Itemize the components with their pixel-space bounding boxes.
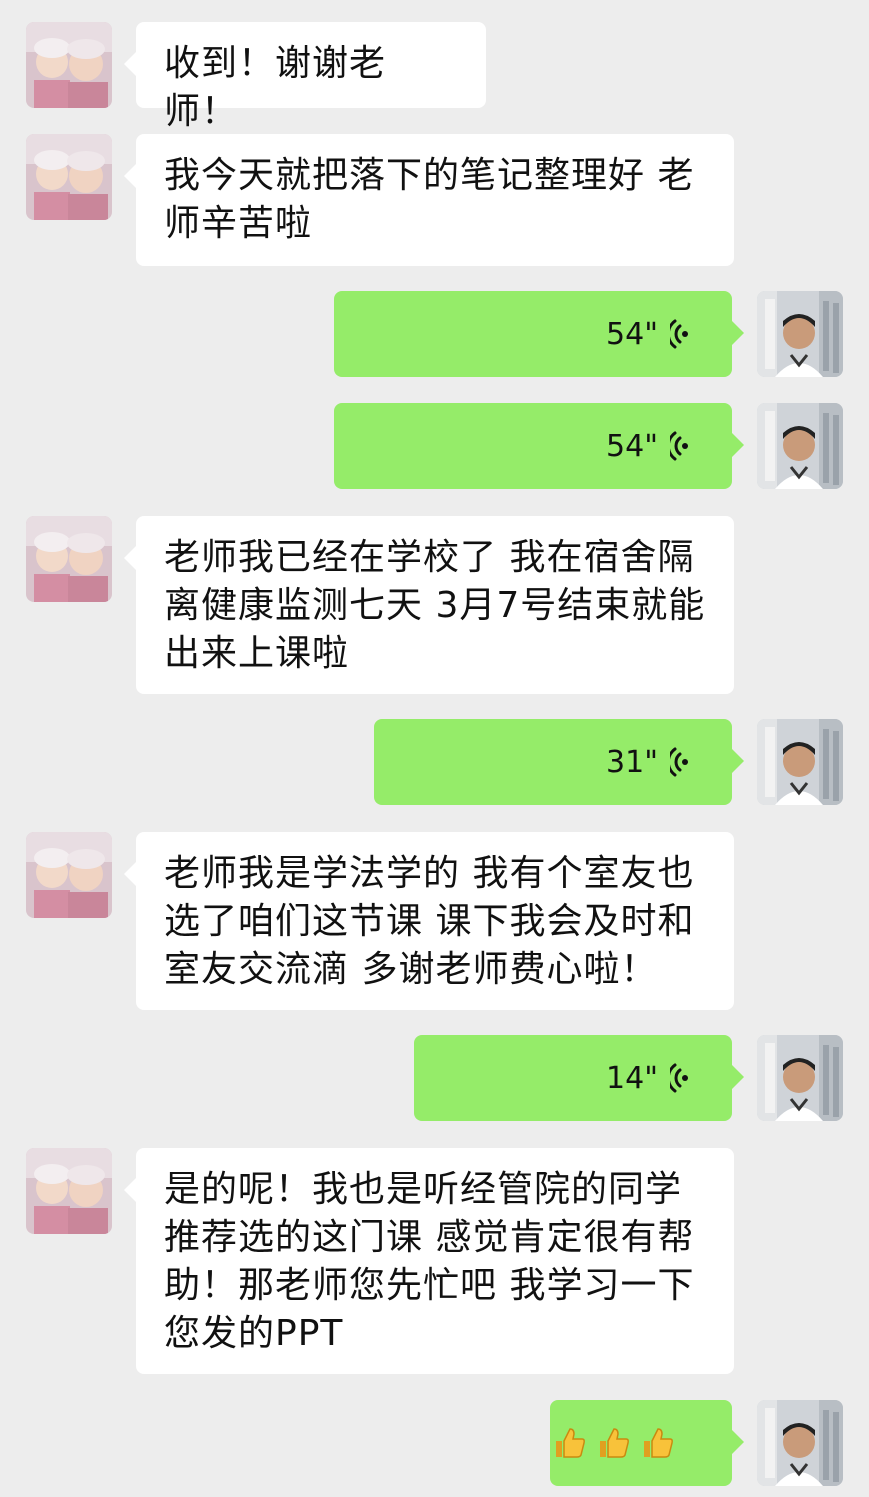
outgoing-voice-message[interactable]: 54" [334,403,744,489]
contact-avatar[interactable] [26,134,112,220]
outgoing-voice-message[interactable]: 14" [414,1035,744,1121]
user-avatar-image [757,1035,843,1121]
contact-avatar[interactable] [26,516,112,602]
incoming-message-bubble[interactable]: 收到！谢谢老师！ [124,22,486,132]
user-avatar[interactable] [757,291,843,377]
user-avatar-image [757,719,843,805]
voice-wave-icon [670,319,692,349]
user-avatar-image [757,1400,843,1486]
outgoing-voice-message[interactable]: 54" [334,291,744,377]
contact-avatar-image [26,134,112,220]
contact-avatar[interactable] [26,832,112,918]
contact-avatar[interactable] [26,1148,112,1234]
emoji-row [552,1425,704,1461]
message-text: 是的呢！我也是听经管院的同学推荐选的这门课 感觉肯定很有帮助！那老师您先忙吧 我… [164,1169,695,1354]
voice-duration: 54" [606,428,658,464]
voice-wave-icon [670,747,692,777]
thumbs-up-icon [596,1425,632,1461]
thumbs-up-icon [552,1425,588,1461]
message-text: 老师我已经在学校了 我在宿舍隔离健康监测七天 3月7号结束就能出来上课啦 [164,537,706,674]
user-avatar[interactable] [757,1400,843,1486]
incoming-message-bubble[interactable]: 老师我是学法学的 我有个室友也选了咱们这节课 课下我会及时和室友交流滴 多谢老师… [124,832,734,1010]
user-avatar[interactable] [757,1035,843,1121]
message-text: 我今天就把落下的笔记整理好 老师辛苦啦 [164,155,695,244]
thumbs-up-icon [640,1425,676,1461]
incoming-message-bubble[interactable]: 老师我已经在学校了 我在宿舍隔离健康监测七天 3月7号结束就能出来上课啦 [124,516,734,694]
chat-window: 收到！谢谢老师！ 我今天就把落下的笔记整理好 老师辛苦啦 54" 54" 老师我… [0,0,869,1497]
contact-avatar-image [26,22,112,108]
incoming-message-bubble[interactable]: 是的呢！我也是听经管院的同学推荐选的这门课 感觉肯定很有帮助！那老师您先忙吧 我… [124,1148,734,1374]
voice-duration: 14" [606,1060,658,1096]
outgoing-emoji-message[interactable] [550,1400,744,1486]
voice-duration: 54" [606,316,658,352]
contact-avatar-image [26,832,112,918]
contact-avatar[interactable] [26,22,112,108]
message-text: 老师我是学法学的 我有个室友也选了咱们这节课 课下我会及时和室友交流滴 多谢老师… [164,853,695,990]
user-avatar-image [757,403,843,489]
incoming-message-bubble[interactable]: 我今天就把落下的笔记整理好 老师辛苦啦 [124,134,734,266]
user-avatar-image [757,291,843,377]
voice-wave-icon [670,1063,692,1093]
message-text: 收到！谢谢老师！ [164,43,387,132]
contact-avatar-image [26,1148,112,1234]
voice-wave-icon [670,431,692,461]
voice-duration: 31" [606,744,658,780]
user-avatar[interactable] [757,403,843,489]
contact-avatar-image [26,516,112,602]
user-avatar[interactable] [757,719,843,805]
outgoing-voice-message[interactable]: 31" [374,719,744,805]
